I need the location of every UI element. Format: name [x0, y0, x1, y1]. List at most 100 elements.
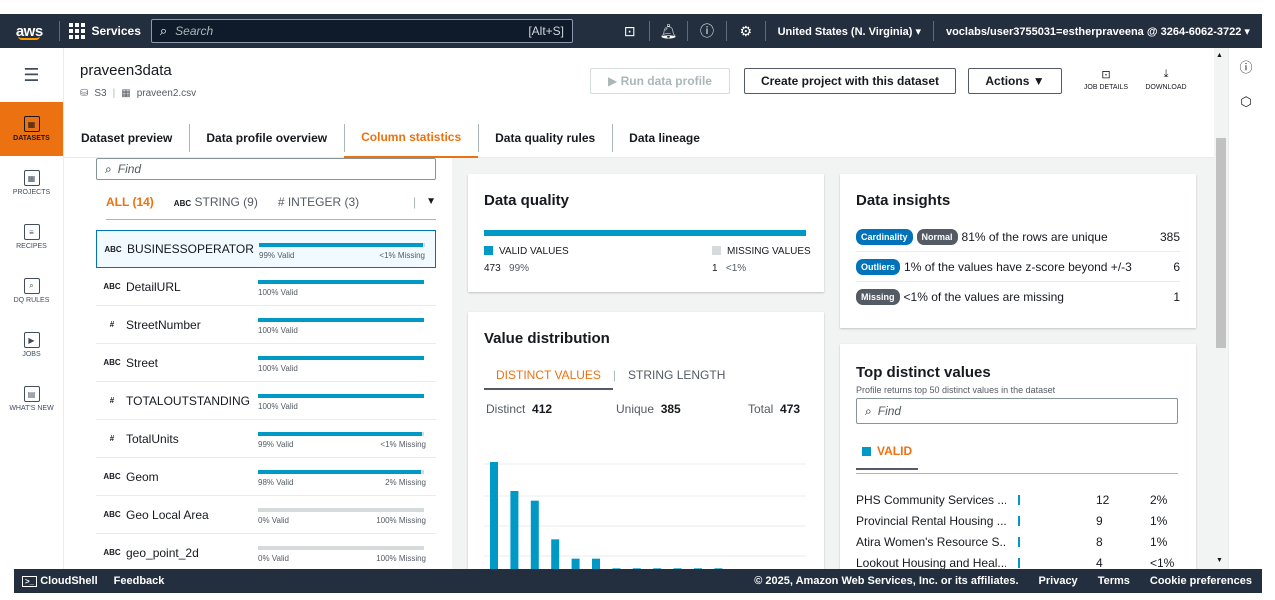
- notifications-bell-icon[interactable]: 🔔︎: [649, 14, 687, 48]
- valid-tab[interactable]: VALID: [856, 444, 919, 470]
- hamburger-menu-icon[interactable]: ☰: [0, 48, 63, 102]
- profile-tabs: Dataset preview Data profile overview Co…: [64, 118, 1214, 158]
- column-row[interactable]: ABC Geo Local Area 0% Valid 100% Missing: [96, 496, 436, 534]
- column-statistics-content: ⌕ Find ALL (14) ABC STRING (9) # INTEGER…: [64, 158, 1214, 569]
- download-button[interactable]: ⤓ DOWNLOAD: [1134, 68, 1198, 102]
- distribution-bar[interactable]: [551, 539, 560, 569]
- column-find-input[interactable]: ⌕ Find: [96, 158, 436, 180]
- actions-dropdown[interactable]: Actions ▼: [968, 68, 1062, 94]
- tab-data-profile-overview[interactable]: Data profile overview: [189, 118, 344, 158]
- insight-count: 385: [1159, 229, 1180, 244]
- insight-missing: Missing <1% of the values are missing 1: [856, 282, 1180, 312]
- cloudshell-icon[interactable]: ⊡: [611, 14, 649, 48]
- run-data-profile-button[interactable]: ▶ Run data profile: [590, 68, 730, 94]
- cookie-preferences-link[interactable]: Cookie preferences: [1140, 575, 1262, 587]
- column-row[interactable]: ABC Street 100% Valid: [96, 344, 436, 382]
- distinct-label: Distinct: [486, 402, 526, 416]
- distinct-value-row[interactable]: Atira Women's Resource S... 8 1%: [856, 532, 1180, 552]
- column-row[interactable]: # StreetNumber 100% Valid: [96, 306, 436, 344]
- valid-tab-label: VALID: [877, 444, 913, 458]
- nav-dq-rules[interactable]: ⌕ DQ RULES: [0, 264, 63, 318]
- missing-values-legend: MISSING VALUES: [712, 246, 811, 257]
- tab-dataset-preview[interactable]: Dataset preview: [64, 118, 189, 158]
- valid-values-bar: [484, 230, 806, 236]
- top-distinct-find-input[interactable]: ⌕ Find: [856, 398, 1178, 424]
- distinct-value-row[interactable]: Lookout Housing and Heal... 4 <1%: [856, 553, 1180, 569]
- scroll-down-arrow-icon[interactable]: ▼: [1216, 557, 1223, 564]
- settings-gear-icon[interactable]: ⚙: [727, 14, 765, 48]
- distinct-value-row[interactable]: Provincial Rental Housing ... 9 1%: [856, 511, 1180, 531]
- column-row[interactable]: # TOTALOUTSTANDING 100% Valid: [96, 382, 436, 420]
- value-distribution-title: Value distribution: [484, 330, 610, 347]
- distribution-bar[interactable]: [510, 491, 519, 569]
- tab-string-length[interactable]: STRING LENGTH: [616, 368, 737, 390]
- string-type-icon: ABC: [103, 510, 121, 519]
- missing-label: MISSING VALUES: [727, 246, 811, 257]
- distribution-bar[interactable]: [530, 500, 539, 569]
- unique-value: 385: [660, 402, 681, 416]
- tab-column-statistics[interactable]: Column statistics: [344, 118, 479, 158]
- unique-stat: Unique 385: [616, 402, 681, 416]
- feedback-link[interactable]: Feedback: [106, 575, 173, 587]
- missing-badge[interactable]: Missing: [856, 289, 900, 305]
- terms-link[interactable]: Terms: [1088, 575, 1140, 587]
- outliers-badge[interactable]: Outliers: [856, 258, 901, 275]
- cloudshell-link[interactable]: >_ CloudShell: [14, 575, 106, 587]
- create-project-button[interactable]: Create project with this dataset: [744, 68, 956, 94]
- data-quality-panel: Data quality VALID VALUES 473 99% MISSIN…: [468, 174, 824, 292]
- privacy-link[interactable]: Privacy: [1029, 575, 1088, 587]
- tab-data-quality-rules[interactable]: Data quality rules: [478, 118, 612, 158]
- nav-recipes[interactable]: ≡ RECIPES: [0, 210, 63, 264]
- nav-label: JOBS: [22, 351, 41, 358]
- column-type-filters: ALL (14) ABC STRING (9) # INTEGER (3) | …: [106, 184, 436, 220]
- file-label: praveen2.csv: [136, 88, 197, 99]
- tab-data-lineage[interactable]: Data lineage: [612, 118, 717, 158]
- search-placeholder: Search: [175, 24, 214, 38]
- nav-label: WHAT'S NEW: [9, 405, 54, 412]
- region-selector[interactable]: United States (N. Virginia) ▾: [766, 25, 933, 38]
- normal-badge[interactable]: Normal: [916, 228, 958, 245]
- string-type-icon: ABC: [103, 358, 121, 367]
- column-row[interactable]: ABC Geom 98% Valid 2% Missing: [96, 458, 436, 496]
- filter-integer[interactable]: # INTEGER (3): [278, 195, 359, 209]
- nav-datasets[interactable]: ▦ DATASETS: [0, 102, 63, 156]
- column-row[interactable]: ABC geo_point_2d 0% Valid 100% Missing: [96, 534, 436, 569]
- column-row[interactable]: ABC BUSINESSOPERATOR 99% Valid <1% Missing: [96, 230, 436, 268]
- column-missing-pct: 100% Missing: [376, 516, 426, 525]
- nav-jobs[interactable]: ▶ JOBS: [0, 318, 63, 372]
- nav-whats-new[interactable]: ▤ WHAT'S NEW: [0, 372, 63, 426]
- search-icon: ⌕: [159, 23, 168, 38]
- distribution-bar[interactable]: [592, 558, 600, 569]
- tab-distinct-values[interactable]: DISTINCT VALUES: [484, 368, 613, 390]
- help-icon[interactable]: ⓘ: [688, 14, 726, 48]
- distinct-value-bar: [1018, 516, 1020, 526]
- column-name: TotalUnits: [126, 431, 179, 446]
- filter-all[interactable]: ALL (14): [106, 195, 154, 209]
- global-search-input[interactable]: ⌕ Search [Alt+S]: [150, 19, 573, 43]
- account-menu[interactable]: voclabs/user3755031=estherpraveena @ 326…: [934, 25, 1262, 38]
- distribution-bar[interactable]: [571, 558, 580, 569]
- valid-label: VALID VALUES: [499, 246, 569, 257]
- column-row[interactable]: # TotalUnits 99% Valid <1% Missing: [96, 420, 436, 458]
- string-type-icon: ABC: [104, 244, 122, 254]
- info-icon[interactable]: ⓘ: [1229, 48, 1263, 84]
- aws-logo[interactable]: aws: [0, 14, 59, 48]
- filter-dropdown-icon[interactable]: ▼: [426, 196, 436, 207]
- settings-hex-icon[interactable]: ⬡: [1229, 84, 1263, 120]
- nav-projects[interactable]: ▦ PROJECTS: [0, 156, 63, 210]
- distribution-bar[interactable]: [490, 462, 498, 569]
- job-details-button[interactable]: ⊡ JOB DETAILS: [1074, 68, 1138, 102]
- filter-string[interactable]: ABC STRING (9): [174, 195, 258, 209]
- services-menu[interactable]: Services: [59, 23, 150, 39]
- scrollbar-thumb[interactable]: [1216, 138, 1226, 348]
- insight-outliers: Outliers 1% of the values have z-score b…: [856, 252, 1180, 282]
- valid-values-count: 473 99%: [484, 263, 529, 274]
- recipes-icon: ≡: [23, 224, 40, 240]
- column-missing-pct: <1% Missing: [380, 440, 426, 449]
- column-row[interactable]: ABC DetailURL 100% Valid: [96, 268, 436, 306]
- cardinality-badge[interactable]: Cardinality: [856, 228, 913, 245]
- scroll-up-arrow-icon[interactable]: ▲: [1216, 52, 1223, 59]
- distinct-value-row[interactable]: PHS Community Services ... 12 2%: [856, 490, 1180, 510]
- string-type-icon: ABC: [103, 548, 121, 557]
- dataset-source-info: ⛁ S3 | ▦ praveen2.csv: [80, 88, 197, 99]
